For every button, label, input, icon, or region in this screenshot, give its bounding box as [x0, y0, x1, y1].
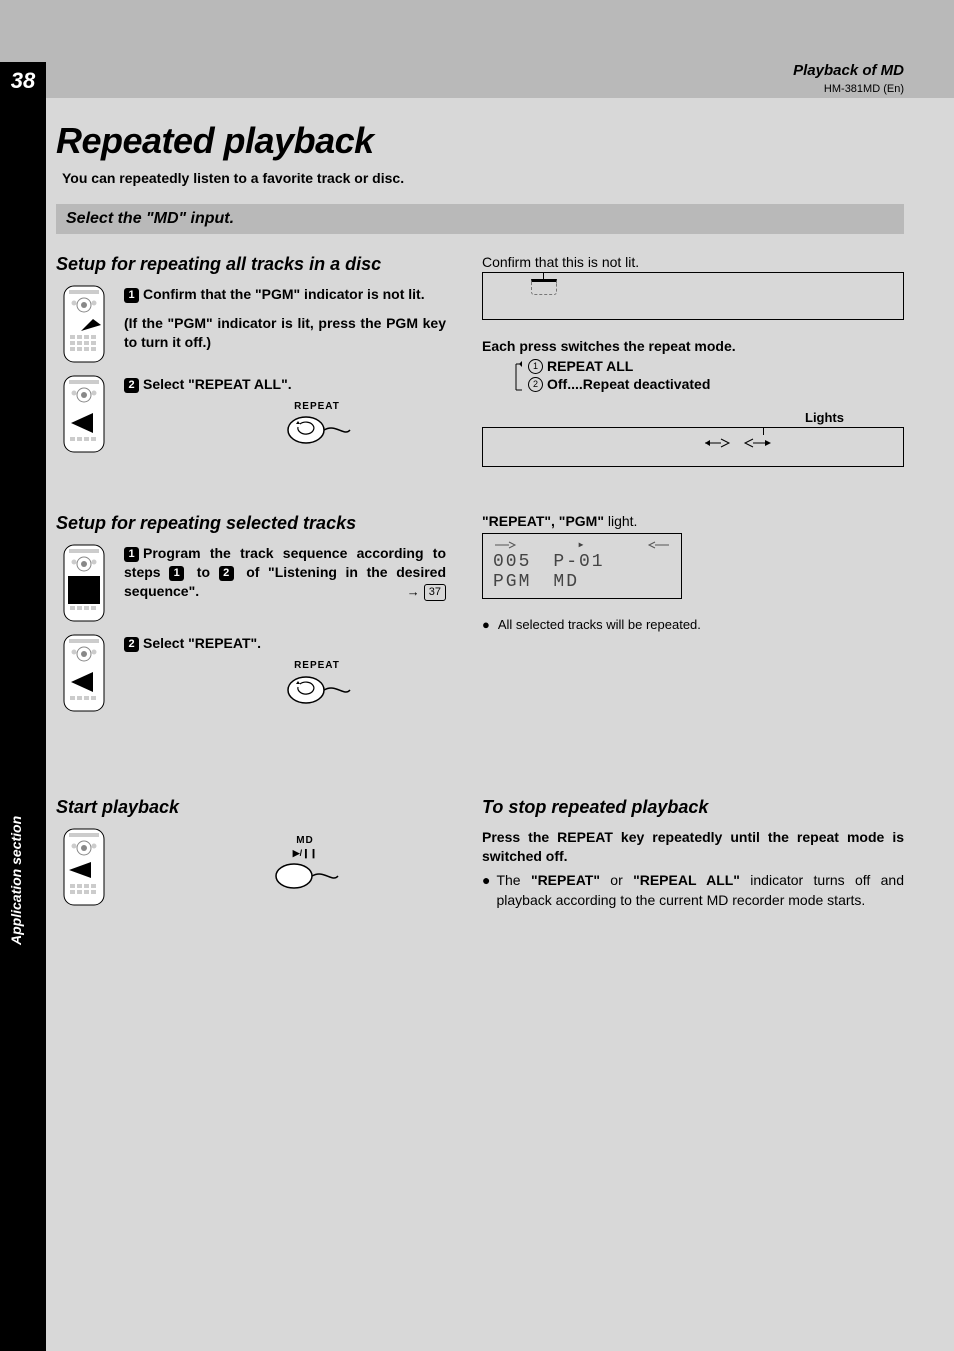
step1-note: (If the "PGM" indicator is lit, press th… — [124, 314, 446, 352]
lcd-prog: P-01 — [553, 552, 604, 572]
ref-badge-2: 2 — [219, 566, 234, 581]
cycle-arrow-icon — [508, 360, 524, 396]
mode-switch-lead: Each press switches the repeat mode. — [482, 338, 904, 354]
subhead-all-tracks: Setup for repeating all tracks in a disc — [56, 254, 446, 275]
remote-icon — [56, 634, 112, 716]
lcd-pgm: PGM — [493, 572, 531, 592]
lcd-track: 005 — [493, 552, 531, 572]
sel-step2-lead: Select "REPEAT". — [143, 635, 261, 651]
repeat-indicator-left-icon — [493, 540, 519, 550]
header-model: HM-381MD (En) — [793, 83, 904, 95]
pgm-indicator-outline — [531, 279, 557, 295]
step-badge-2: 2 — [124, 637, 139, 652]
bullet-icon: ● — [482, 871, 490, 910]
play-pause-label: ▶/❙❙ — [293, 848, 318, 858]
subhead-start: Start playback — [56, 797, 446, 818]
md-key-icon — [270, 861, 340, 891]
stop-item-c: or — [600, 872, 633, 888]
mode-1: REPEAT ALL — [547, 358, 633, 374]
stop-lead: Press the REPEAT key repeatedly until th… — [482, 828, 904, 867]
rpt-pgm-light: light. — [604, 513, 637, 529]
remote-icon — [56, 285, 112, 363]
repeat-indicator-left-icon — [703, 434, 733, 452]
sel-note: All selected tracks will be repeated. — [498, 617, 701, 632]
step2-lead: Select "REPEAT ALL". — [143, 376, 292, 392]
repeat-indicator-right-icon — [645, 540, 671, 550]
repeat-key-label: REPEAT — [294, 401, 340, 412]
remote-icon — [56, 828, 112, 906]
step-badge-2: 2 — [124, 378, 139, 393]
mode-num-1: 1 — [528, 359, 543, 374]
md-key-label: MD — [296, 835, 314, 846]
play-indicator-icon: ▶ — [579, 540, 586, 550]
repeat-key-icon — [282, 413, 352, 447]
mode-2: Off....Repeat deactivated — [547, 376, 710, 392]
lcd-src: MD — [553, 572, 579, 592]
repeat-indicator-right-icon — [741, 434, 771, 452]
subhead-selected-tracks: Setup for repeating selected tracks — [56, 513, 446, 534]
display-panel — [482, 272, 904, 320]
stop-item-b: "REPEAT" — [531, 872, 600, 888]
intro-text: You can repeatedly listen to a favorite … — [62, 170, 904, 186]
stop-item-d: "REPEAL ALL" — [633, 872, 740, 888]
page-number: 38 — [0, 62, 46, 98]
header-section: Playback of MD — [793, 62, 904, 79]
ref-badge-1: 1 — [169, 566, 184, 581]
page-ref-arrow-icon: → — [407, 584, 420, 599]
subhead-stop: To stop repeated playback — [482, 797, 904, 818]
bullet-icon: ● — [482, 617, 490, 632]
repeat-key-label: REPEAT — [294, 660, 340, 671]
step-badge-1: 1 — [124, 288, 139, 303]
step-badge-1: 1 — [124, 547, 139, 562]
step1-lead: Confirm that the "PGM" indicator is not … — [143, 286, 425, 302]
page-title: Repeated playback — [56, 120, 904, 162]
lcd-display: ▶ 005 P-01 PGM MD — [482, 533, 682, 599]
display-panel-lights — [482, 427, 904, 467]
repeat-key-icon — [282, 673, 352, 707]
side-section-label: Application section — [8, 816, 24, 945]
page-ref: 37 — [424, 584, 446, 601]
rpt-pgm-bold: "REPEAT", "PGM" — [482, 513, 604, 529]
mode-num-2: 2 — [528, 377, 543, 392]
stop-item-a: The — [496, 872, 530, 888]
side-strip: Application section — [0, 98, 46, 1351]
remote-icon — [56, 544, 112, 622]
lights-label: Lights — [482, 410, 844, 425]
confirm-not-lit-label: Confirm that this is not lit. — [482, 254, 904, 270]
instruction-bar: Select the "MD" input. — [56, 204, 904, 234]
remote-icon — [56, 375, 112, 457]
sel-step1-b: to — [188, 564, 218, 580]
